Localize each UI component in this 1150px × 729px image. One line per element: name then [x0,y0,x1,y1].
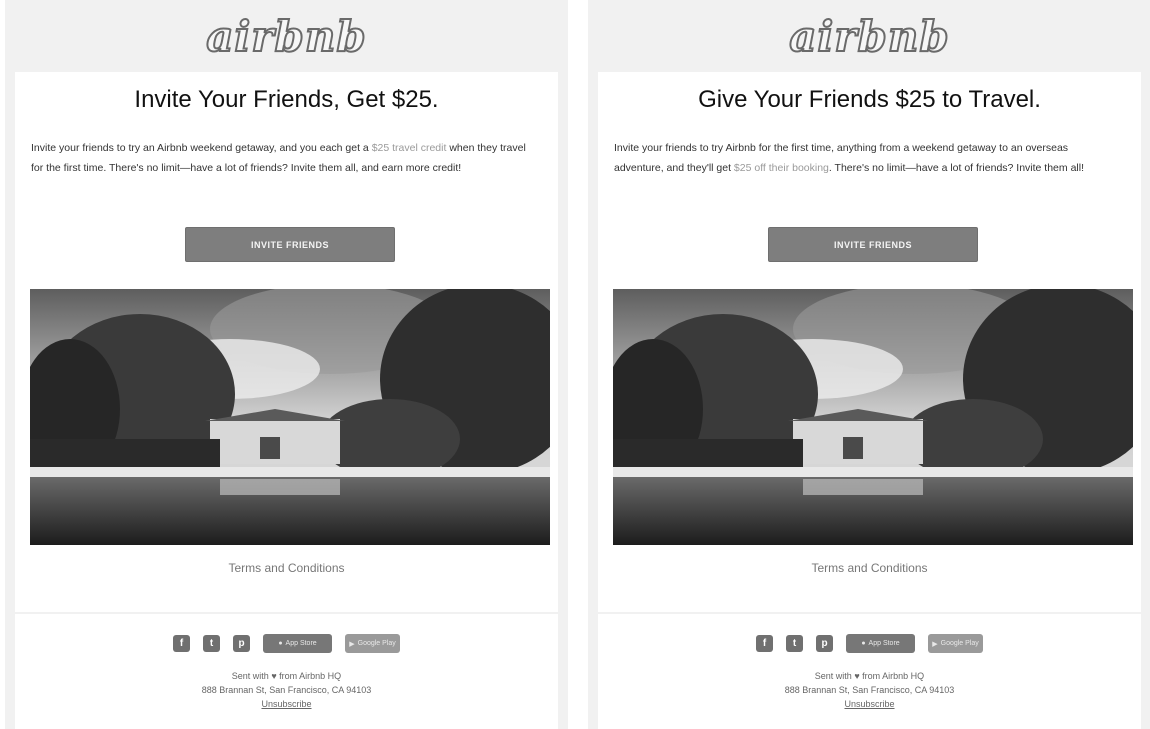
google-play-badge[interactable]: ▶ Google Play [345,634,400,653]
pinterest-icon[interactable]: p [816,635,833,652]
booking-discount-link[interactable]: $25 off their booking [734,162,829,174]
terms-link[interactable]: Terms and Conditions [15,561,558,575]
airbnb-logo: airbnb [205,11,367,62]
twitter-icon[interactable]: t [786,635,803,652]
address-line: 888 Brannan St, San Francisco, CA 94103 [784,685,955,695]
email-headline: Invite Your Friends, Get $25. [134,86,439,113]
sent-with-line: Sent with ♥ from Airbnb HQ [231,671,342,681]
app-store-badge[interactable]: ● App Store [846,634,915,653]
airbnb-logo: airbnb [788,11,950,62]
pool-house-photo [613,289,1133,545]
footer-text: Sent with ♥ from Airbnb HQ 888 Brannan S… [598,669,1141,711]
facebook-icon[interactable]: f [173,635,190,652]
unsubscribe-link[interactable]: Unsubscribe [15,697,558,711]
invite-friends-button[interactable]: INVITE FRIENDS [185,227,395,262]
email-card: Give Your Friends $25 to Travel. Invite … [598,72,1141,612]
pool-house-photo [30,289,550,545]
email-headline: Give Your Friends $25 to Travel. [698,86,1041,113]
email-preview-left: airbnb Invite Your Friends, Get $25. Inv… [5,0,568,729]
terms-link[interactable]: Terms and Conditions [598,561,1141,575]
footer-text: Sent with ♥ from Airbnb HQ 888 Brannan S… [15,669,558,711]
logo-bar: airbnb [5,0,568,72]
email-card: Invite Your Friends, Get $25. Invite you… [15,72,558,612]
unsubscribe-link[interactable]: Unsubscribe [598,697,1141,711]
play-icon: ▶ [349,640,355,648]
app-store-badge[interactable]: ● App Store [263,634,332,653]
logo-bar: airbnb [588,0,1150,72]
social-links: f t p ● App Store ▶ Google Play [598,634,1141,653]
facebook-icon[interactable]: f [756,635,773,652]
email-footer: f t p ● App Store ▶ Google Play Sent with … [598,614,1141,729]
email-body: Invite your friends to try Airbnb for th… [614,142,1084,174]
play-icon: ▶ [932,640,938,648]
email-preview-right: airbnb Give Your Friends $25 to Travel. … [588,0,1150,729]
pinterest-icon[interactable]: p [233,635,250,652]
apple-icon: ● [278,640,283,647]
twitter-icon[interactable]: t [203,635,220,652]
address-line: 888 Brannan St, San Francisco, CA 94103 [201,685,372,695]
apple-icon: ● [861,640,866,647]
google-play-badge[interactable]: ▶ Google Play [928,634,983,653]
invite-friends-button[interactable]: INVITE FRIENDS [768,227,978,262]
email-footer: f t p ● App Store ▶ Google Play Sent with … [15,614,558,729]
sent-with-line: Sent with ♥ from Airbnb HQ [814,671,925,681]
social-links: f t p ● App Store ▶ Google Play [15,634,558,653]
credit-link[interactable]: $25 travel credit [372,142,447,154]
email-body: Invite your friends to try an Airbnb wee… [31,142,526,174]
